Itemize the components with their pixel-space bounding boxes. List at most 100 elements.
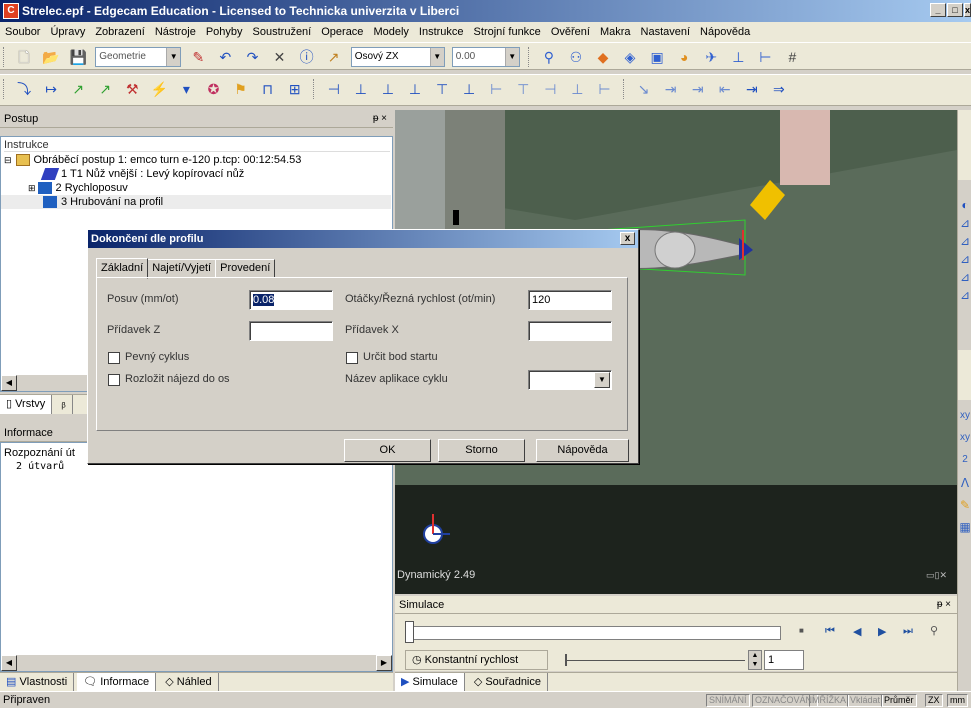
tree-item-roughing[interactable]: 3 Hrubování na profil [1, 195, 391, 209]
right-tool-5-icon[interactable]: ⊿ [958, 270, 971, 288]
dialog-close-button[interactable]: x [620, 232, 635, 245]
cycle-4-icon[interactable]: ⊥ [404, 78, 426, 100]
feed-input[interactable]: 0.08 [249, 290, 333, 310]
right-tool-2-icon[interactable]: ⊿ [958, 216, 971, 234]
menu-overeni[interactable]: Ověření [546, 22, 595, 42]
right-tool-1-icon[interactable]: ◐ [958, 198, 971, 216]
start-point-checkbox[interactable] [346, 352, 358, 364]
cycle-2-icon[interactable]: ⊥ [350, 78, 372, 100]
tab-simulace[interactable]: ▶ Simulace [395, 673, 465, 692]
tab-secondary[interactable]: ᵦ [55, 395, 73, 414]
speed-mode-button[interactable]: ◷ Konstantní rychlost [405, 650, 548, 670]
insert-icon[interactable]: ▾ [175, 78, 197, 100]
thread-icon[interactable]: ⊞ [284, 78, 306, 100]
speed-input[interactable]: 120 [528, 290, 612, 310]
view-icon[interactable]: ◈ [619, 46, 641, 68]
indicator-plane[interactable]: ZX [925, 694, 943, 707]
right-tool-pen-icon[interactable]: ✎ [958, 498, 971, 520]
panel-pin-close-icon[interactable]: ᵽ × [937, 596, 951, 614]
help-button[interactable]: Nápověda [536, 439, 629, 462]
new-file-icon[interactable]: 🗋 [13, 46, 35, 68]
menu-nastaveni[interactable]: Nastavení [636, 22, 696, 42]
indicator-snimani[interactable]: SNÍMÁNÍ [706, 694, 750, 707]
save-icon[interactable]: 💾 [67, 46, 89, 68]
plane-combo[interactable]: Osový ZX ▼ [350, 47, 445, 67]
chevron-down-icon[interactable]: ▼ [594, 372, 610, 388]
cube-icon[interactable]: ▣ [646, 46, 668, 68]
menu-soubor[interactable]: Soubor [0, 22, 45, 42]
menu-napoveda[interactable]: Nápověda [695, 22, 755, 42]
rewind-icon[interactable]: ⏮ [825, 625, 835, 638]
right-tool-a-icon[interactable]: ⴷ [958, 476, 971, 498]
tree-expander[interactable]: ⊟ [4, 155, 12, 165]
feed-icon[interactable]: ↗ [94, 78, 116, 100]
scroll-left-icon[interactable]: ◀ [1, 655, 17, 671]
scroll-right-icon[interactable]: ▶ [376, 655, 392, 671]
minimize-button[interactable]: _ [930, 3, 946, 17]
sim-2-icon[interactable]: ⇥ [660, 78, 682, 100]
step-value-field[interactable]: 1 [764, 650, 804, 670]
tree-expander[interactable]: ⊞ [28, 183, 36, 193]
tab-nahled[interactable]: ◇ Náhled [159, 673, 219, 692]
stop-icon[interactable]: ■ [799, 626, 804, 635]
cycle-6-icon[interactable]: ⊥ [458, 78, 480, 100]
right-tool-table-icon[interactable]: ▦ [958, 520, 971, 542]
right-tool-2d-icon[interactable]: 2 [958, 454, 971, 476]
cycle-3-icon[interactable]: ⊥ [377, 78, 399, 100]
view-window-buttons-icon[interactable]: ▭▯✕ [926, 570, 947, 581]
sim-5-icon[interactable]: ⇥ [741, 78, 763, 100]
indicator-prumer[interactable]: Průměr [881, 694, 917, 707]
menu-soustruzeni[interactable]: Soustružení [248, 22, 317, 42]
indicator-units[interactable]: mm [947, 694, 968, 707]
pencil-icon[interactable]: ✎ [187, 46, 209, 68]
tab-vrstvy[interactable]: ▯ Vrstvy [0, 395, 53, 414]
menu-upravy[interactable]: Úpravy [45, 22, 90, 42]
progress-handle[interactable] [405, 621, 414, 643]
open-folder-icon[interactable]: 📂 [40, 46, 62, 68]
panel-pin-close-icon[interactable]: ᵽ × [373, 110, 387, 128]
close-window-button[interactable]: x [964, 3, 971, 17]
step-spinner[interactable]: ▲ ▼ [748, 650, 762, 670]
cancel-button[interactable]: Storno [438, 439, 525, 462]
info-icon[interactable]: ⓘ [296, 46, 318, 68]
menu-modely[interactable]: Modely [368, 22, 413, 42]
undo-icon[interactable]: ↶ [214, 46, 236, 68]
tab-vlastnosti[interactable]: ▤ Vlastnosti [0, 673, 75, 692]
menu-pohyby[interactable]: Pohyby [201, 22, 248, 42]
tree-item-rapid[interactable]: ⊞ 2 Rychloposuv [28, 181, 128, 195]
menu-zobrazeni[interactable]: Zobrazení [90, 22, 150, 42]
geometry-combo[interactable]: Geometrie ▼ [95, 47, 182, 67]
tab-souradnice[interactable]: ◇ Souřadnice [468, 673, 548, 692]
split-approach-checkbox[interactable] [108, 374, 120, 386]
tab-najeti-vyjeti[interactable]: Najetí/Vyjetí [147, 259, 217, 278]
cycle-1-icon[interactable]: ⊣ [323, 78, 345, 100]
sim-1-icon[interactable]: ↘ [633, 78, 655, 100]
grid-icon[interactable]: # [781, 46, 803, 68]
axis-icon[interactable]: ⊥ [727, 46, 749, 68]
menu-operace[interactable]: Operace [316, 22, 368, 42]
value-combo[interactable]: 0.00 ▼ [451, 47, 520, 67]
maximize-button[interactable]: □ [947, 3, 963, 17]
snap-icon[interactable]: ⚲ [538, 46, 560, 68]
speed-slider[interactable] [565, 654, 745, 666]
line-icon[interactable]: ⤵ [13, 78, 35, 100]
right-tool-4-icon[interactable]: ⊿ [958, 252, 971, 270]
layers-icon[interactable]: ⚇ [565, 46, 587, 68]
sim-3-icon[interactable]: ⇥ [687, 78, 709, 100]
tree-item-tool[interactable]: 1 T1 Nůž vnější : Levý kopírovací nůž [40, 167, 244, 181]
simulation-progress-bar[interactable] [405, 621, 781, 643]
play-icon[interactable]: ▶ [878, 625, 886, 638]
delete-icon[interactable]: ✕ [269, 46, 291, 68]
indicator-oznacovani[interactable]: OZNAČOVÁNÍ [752, 694, 818, 707]
indicator-mrizka[interactable]: MŘÍŽKA [809, 694, 850, 707]
zoom-icon[interactable]: ⚲ [930, 624, 938, 637]
turret-icon[interactable]: ⚡ [148, 78, 170, 100]
tree-item-process[interactable]: ⊟ Obráběcí postup 1: emco turn e-120 p.tc… [4, 153, 301, 167]
menu-instrukce[interactable]: Instrukce [414, 22, 469, 42]
sim-4-icon[interactable]: ⇤ [714, 78, 736, 100]
cycle-5-icon[interactable]: ⊤ [431, 78, 453, 100]
cycle-7-icon[interactable]: ⊢ [485, 78, 507, 100]
allowance-x-input[interactable] [528, 321, 612, 341]
tab-provedeni[interactable]: Provedení [215, 259, 276, 278]
speed-slider-thumb[interactable] [565, 654, 567, 666]
